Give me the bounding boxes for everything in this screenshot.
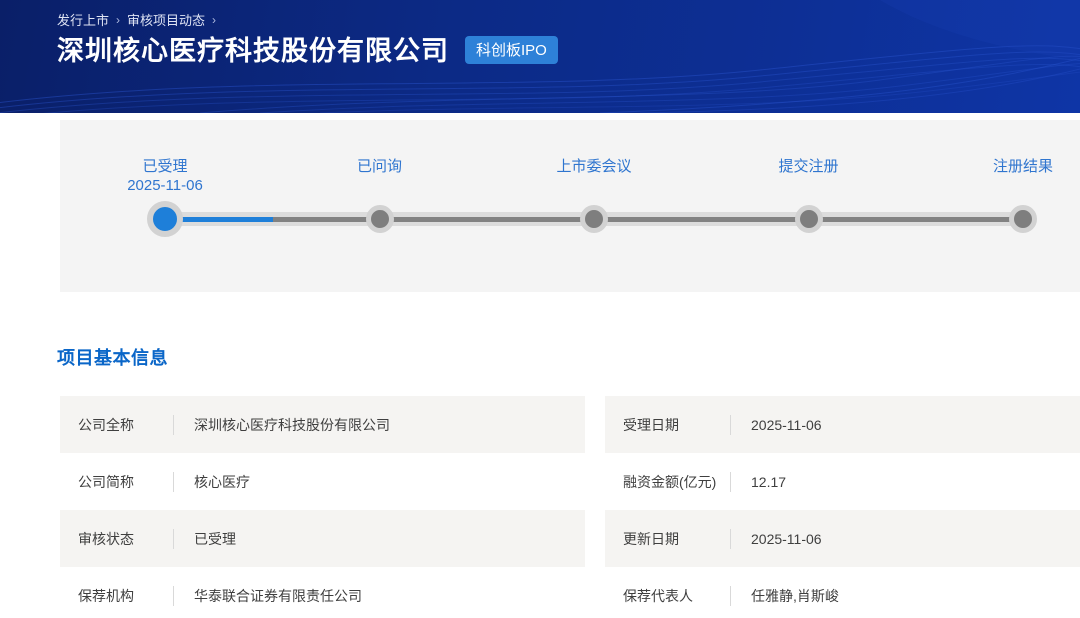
row-label: 更新日期 (605, 529, 730, 549)
timeline-step-dot (1009, 205, 1037, 233)
hero-header: 发行上市 › 审核项目动态 › 深圳核心医疗科技股份有限公司 科创板IPO (0, 0, 1080, 113)
timeline-step-dot (366, 205, 394, 233)
board-ipo-badge: 科创板IPO (465, 36, 558, 64)
table-row: 公司全称 深圳核心医疗科技股份有限公司 (60, 396, 585, 453)
title-row: 深圳核心医疗科技股份有限公司 科创板IPO (57, 29, 558, 68)
timeline-step-date: 2025-11-06 (85, 176, 245, 195)
row-label: 保荐机构 (60, 586, 173, 606)
row-label: 审核状态 (60, 529, 173, 549)
page-title: 深圳核心医疗科技股份有限公司 (57, 29, 449, 68)
row-label: 公司全称 (60, 415, 173, 435)
row-label: 公司简称 (60, 472, 173, 492)
timeline-step-dot (580, 205, 608, 233)
row-value: 华泰联合证券有限责任公司 (174, 586, 362, 606)
info-table-right: 受理日期 2025-11-06 融资金额(亿元) 12.17 更新日期 2025… (605, 396, 1080, 618)
timeline-step-labels: 上市委会议 (514, 157, 674, 176)
row-value: 深圳核心医疗科技股份有限公司 (174, 415, 390, 435)
timeline-step-labels: 已问询 (300, 157, 460, 176)
timeline-step-label: 注册结果 (943, 157, 1080, 176)
row-value: 12.17 (731, 474, 786, 490)
page: 发行上市 › 审核项目动态 › 深圳核心医疗科技股份有限公司 科创板IPO 已受… (0, 0, 1080, 618)
timeline-step-label: 已问询 (300, 157, 460, 176)
breadcrumb-link-issuance-listing[interactable]: 发行上市 (57, 10, 109, 29)
timeline-step-dot-active (147, 201, 183, 237)
timeline-step-label: 上市委会议 (514, 157, 674, 176)
table-row: 更新日期 2025-11-06 (605, 510, 1080, 567)
breadcrumb: 发行上市 › 审核项目动态 › (57, 10, 216, 29)
row-value: 2025-11-06 (731, 531, 822, 547)
breadcrumb-link-review-project-dynamics[interactable]: 审核项目动态 (127, 10, 205, 29)
timeline-step-labels: 已受理 2025-11-06 (85, 157, 245, 195)
table-row: 审核状态 已受理 (60, 510, 585, 567)
table-row: 保荐机构 华泰联合证券有限责任公司 (60, 567, 585, 618)
timeline-step-labels: 提交注册 (729, 157, 889, 176)
row-value: 核心医疗 (174, 472, 250, 492)
timeline-step-dot (795, 205, 823, 233)
table-row: 保荐代表人 任雅静,肖斯峻 (605, 567, 1080, 618)
breadcrumb-separator-icon: › (212, 13, 216, 27)
timeline-step-label: 提交注册 (729, 157, 889, 176)
row-label: 受理日期 (605, 415, 730, 435)
breadcrumb-separator-icon: › (116, 13, 120, 27)
table-row: 公司简称 核心医疗 (60, 453, 585, 510)
row-value: 2025-11-06 (731, 417, 822, 433)
timeline-step-label: 已受理 (85, 157, 245, 176)
section-title-basic-info: 项目基本信息 (57, 344, 168, 370)
info-table-left: 公司全称 深圳核心医疗科技股份有限公司 公司简称 核心医疗 审核状态 已受理 保… (60, 396, 585, 618)
row-value: 已受理 (174, 529, 236, 549)
row-value: 任雅静,肖斯峻 (731, 586, 839, 606)
timeline-step-labels: 注册结果 (943, 157, 1080, 176)
review-timeline-panel: 已受理 2025-11-06 已问询 上市委会议 提交注册 注册 (60, 120, 1080, 292)
row-label: 融资金额(亿元) (605, 472, 730, 492)
row-label: 保荐代表人 (605, 586, 730, 606)
table-row: 融资金额(亿元) 12.17 (605, 453, 1080, 510)
table-row: 受理日期 2025-11-06 (605, 396, 1080, 453)
